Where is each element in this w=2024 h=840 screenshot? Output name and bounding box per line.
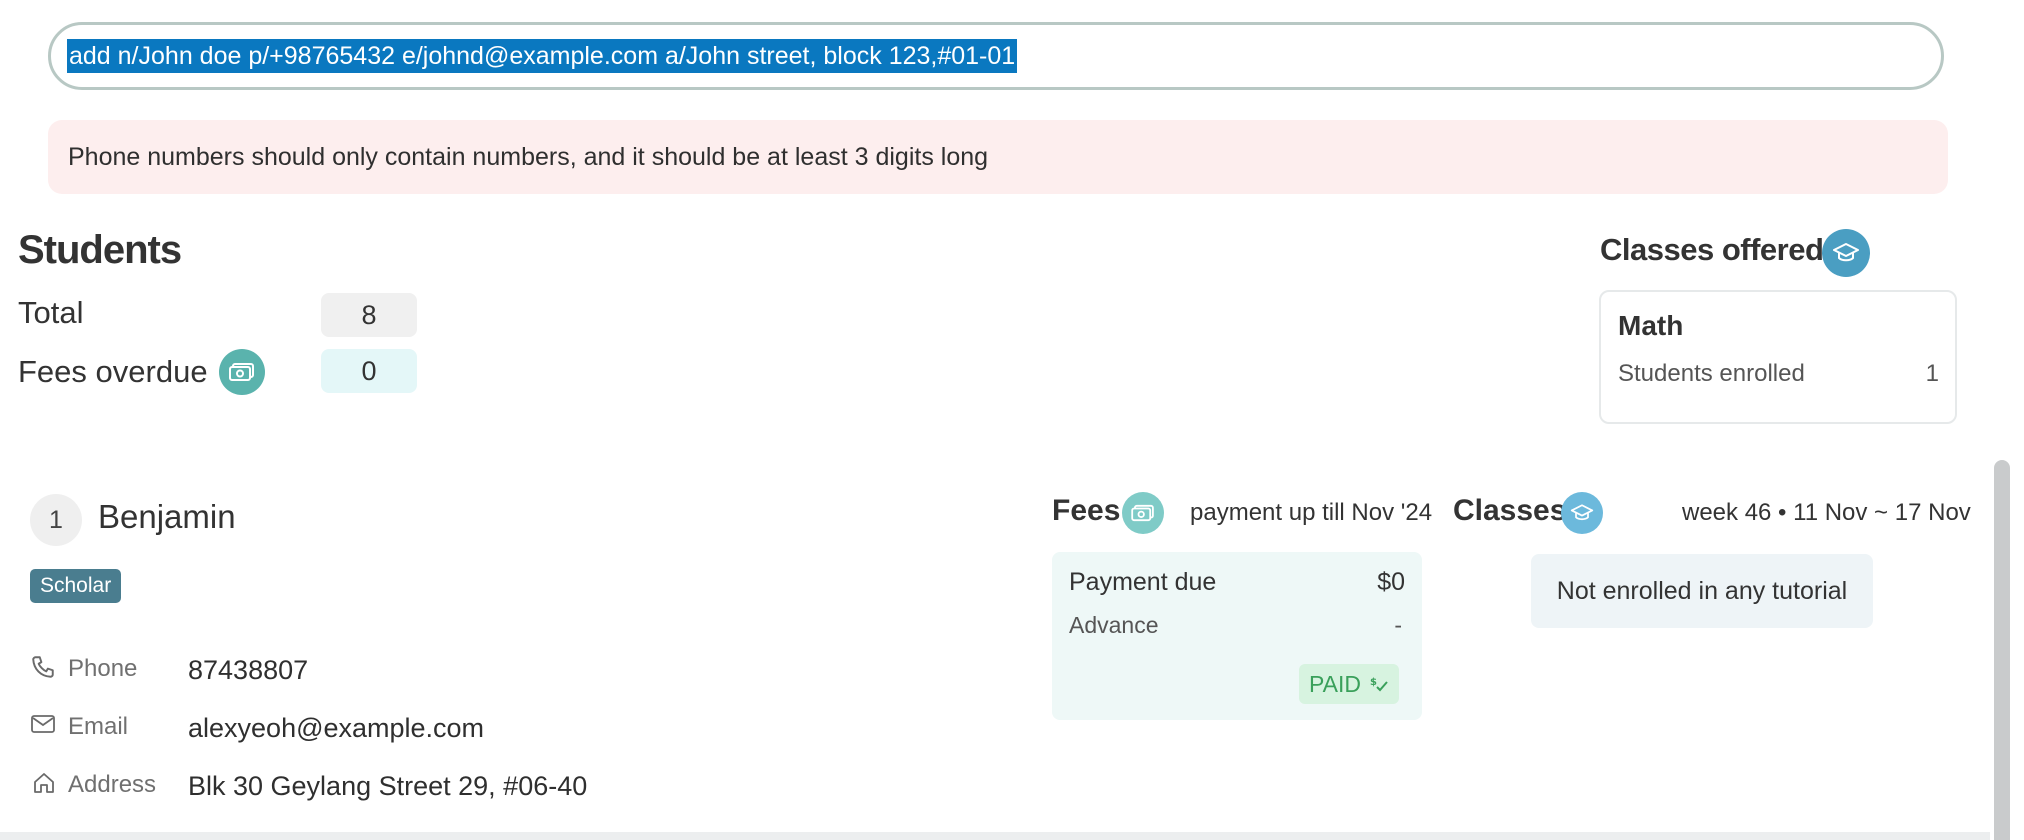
scrollbar-thumb[interactable] (1994, 460, 2010, 840)
classes-title: Classes (1453, 494, 1567, 527)
paid-status-badge: PAID $ (1299, 664, 1400, 706)
phone-label: Phone (68, 655, 138, 682)
home-icon (32, 771, 56, 800)
total-count: 8 (321, 293, 417, 337)
command-input[interactable]: add n/John doe p/+98765432 e/johnd@examp… (67, 39, 1018, 73)
payment-due-label: Payment due (1069, 568, 1217, 596)
fees-subtitle: payment up till Nov '24 (1190, 499, 1433, 526)
email-label: Email (68, 713, 129, 740)
student-name: Benjamin (98, 498, 236, 535)
fees-title: Fees (1052, 494, 1121, 527)
email-value: alexyeoh@example.com (188, 713, 485, 743)
graduation-cap-icon (1822, 229, 1870, 277)
card-divider (0, 832, 1990, 840)
address-value: Blk 30 Geylang Street 29, #06-40 (188, 771, 588, 801)
fees-overdue-label: Fees overdue (18, 354, 208, 389)
advance-label: Advance (1069, 612, 1159, 638)
result-display: Phone numbers should only contain number… (48, 120, 1948, 194)
dollar-check-icon: $ (1369, 666, 1389, 706)
total-label: Total (18, 295, 84, 330)
payment-due-value: $0 (1377, 568, 1405, 596)
paid-status-text: PAID (1309, 671, 1361, 697)
fees-overdue-count: 0 (321, 349, 417, 393)
tag-badge: Scholar (30, 569, 122, 603)
address-label: Address (68, 771, 157, 798)
students-enrolled-label: Students enrolled (1618, 360, 1805, 387)
money-icon (1122, 492, 1164, 534)
class-name: Math (1618, 310, 1684, 341)
classes-offered-title: Classes offered (1600, 232, 1824, 267)
phone-icon (30, 654, 56, 685)
command-box[interactable]: add n/John doe p/+98765432 e/johnd@examp… (48, 22, 1944, 90)
money-icon (219, 349, 265, 395)
class-card-math: Math Students enrolled 1 (1599, 290, 1957, 424)
advance-value: - (1394, 612, 1402, 638)
graduation-cap-icon (1561, 492, 1603, 534)
student-index: 1 (30, 494, 82, 546)
svg-text:$: $ (1370, 677, 1377, 688)
phone-value: 87438807 (188, 655, 309, 685)
not-enrolled-message: Not enrolled in any tutorial (1531, 554, 1873, 628)
mail-icon (30, 713, 56, 740)
week-label: week 46 • 11 Nov ~ 17 Nov (1682, 499, 1971, 526)
students-enrolled-count: 1 (1925, 360, 1939, 387)
students-title: Students (18, 228, 182, 272)
